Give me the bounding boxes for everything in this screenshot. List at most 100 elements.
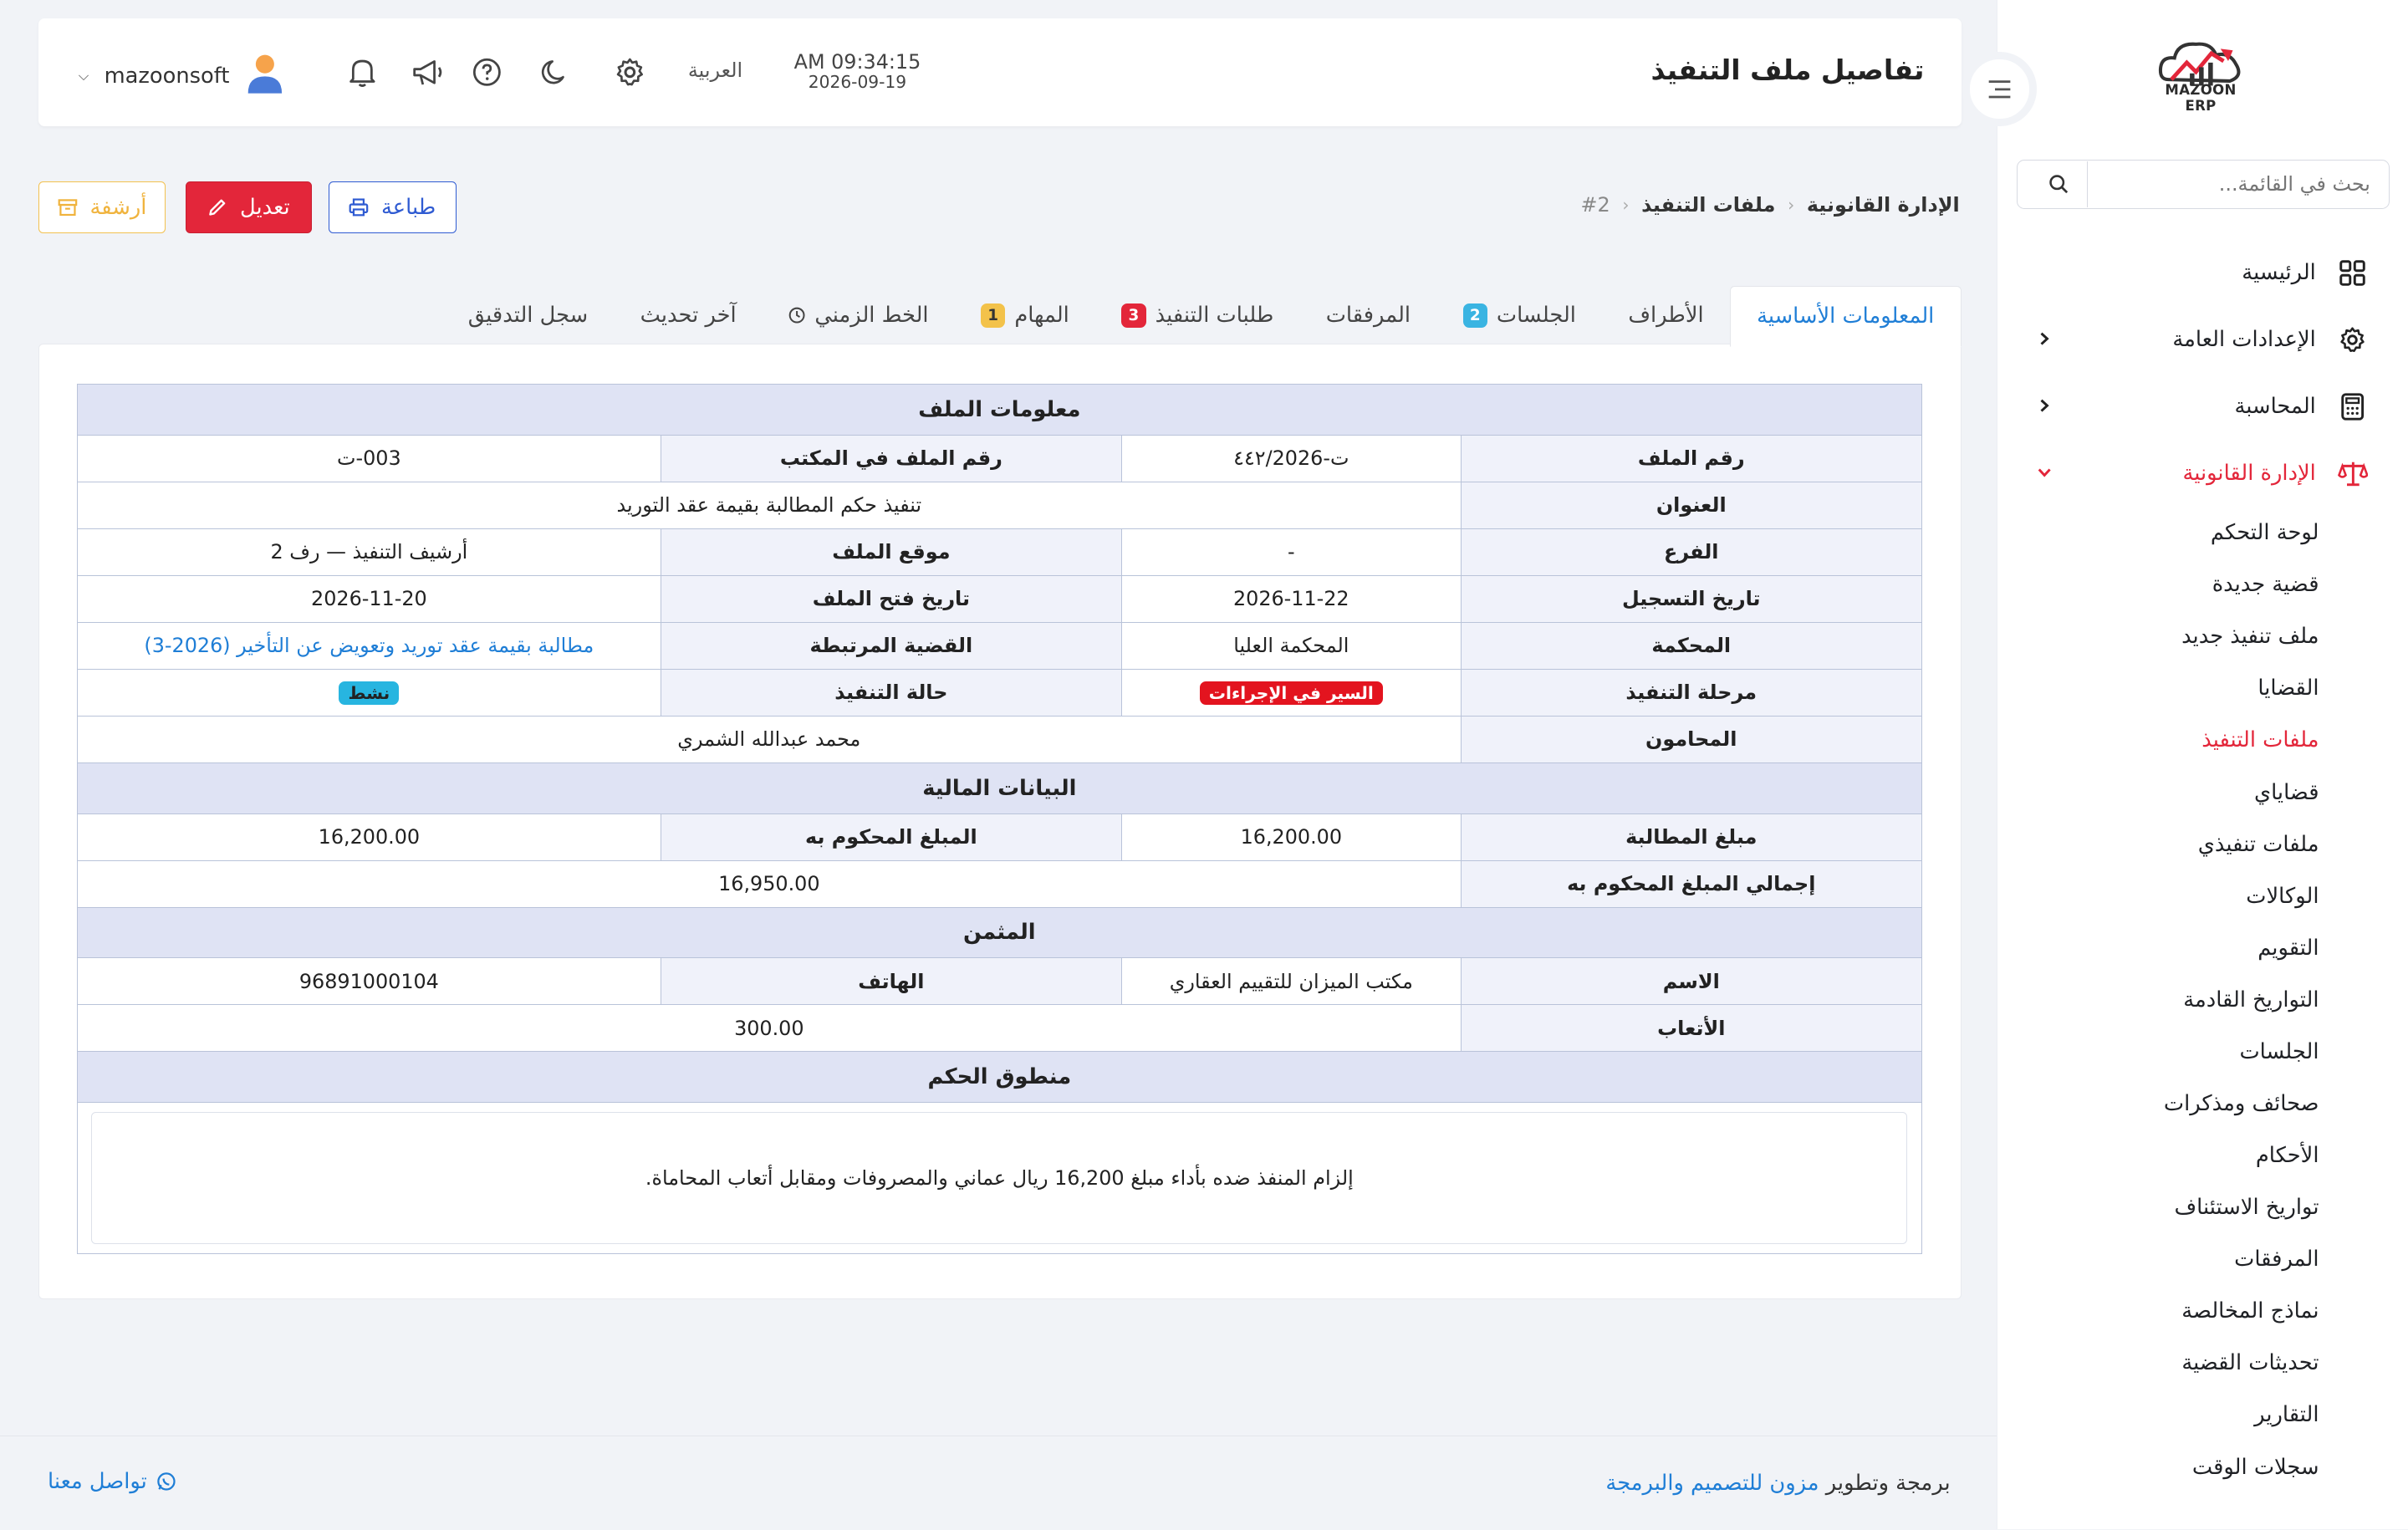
grid-icon <box>2338 258 2369 288</box>
tab-tasks[interactable]: المهام 1 <box>955 286 1095 346</box>
sidebar-subitem-my-cases[interactable]: قضاياي <box>1997 766 2319 818</box>
sidebar-subitem-sessions[interactable]: الجلسات <box>1997 1026 2319 1078</box>
stage-cell: السير في الإجراءات <box>1120 668 1462 717</box>
tab-parties[interactable]: الأطراف <box>1602 286 1730 346</box>
court-value: المحكمة العليا <box>1120 621 1462 670</box>
office-file-number-value: 003-ت <box>76 434 661 482</box>
field-label: المحامون <box>1460 715 1922 763</box>
chevron-left-icon <box>2037 395 2052 418</box>
contact-us-label: تواصل معنا <box>48 1468 147 1494</box>
chevron-left-icon: ‹ <box>1622 195 1630 216</box>
dark-mode-button[interactable] <box>538 55 571 89</box>
tab-bar: المعلومات الأساسية الأطراف الجلسات 2 الم… <box>430 285 1962 348</box>
clock-date: 2026-09-19 <box>808 71 907 92</box>
tab-label: المعلومات الأساسية <box>1757 303 1935 329</box>
search-button[interactable] <box>2029 161 2088 207</box>
sidebar-item-accounting[interactable]: المحاسبة <box>1997 373 2408 440</box>
archive-box-icon <box>58 199 78 217</box>
count-badge: 3 <box>1121 303 1146 329</box>
sidebar-search-input[interactable] <box>2087 161 2389 207</box>
tab-audit-log[interactable]: سجل التدقيق <box>442 286 615 346</box>
tab-last-update[interactable]: آخر تحديث <box>614 286 762 346</box>
app-logo[interactable]: MAZOON ERP <box>2147 33 2255 114</box>
print-button[interactable]: طباعة <box>329 181 457 234</box>
sidebar-subitem-cases[interactable]: القضايا <box>1997 662 2319 714</box>
sidebar-item-general-settings[interactable]: الإعدادات العامة <box>1997 306 2408 373</box>
field-label: الأتعاب <box>1460 1004 1922 1053</box>
sidebar-subitem-execution-files[interactable]: ملفات التنفيذ <box>1997 714 2319 766</box>
field-label: الهاتف <box>660 957 1122 1006</box>
sidebar-subitem-settlement-forms[interactable]: نماذج المخالصة <box>1997 1285 2319 1337</box>
breadcrumb-item-legal[interactable]: الإدارة القانونية <box>1807 193 1960 217</box>
search-icon <box>2048 175 2068 194</box>
sidebar-subitem-new-case[interactable]: قضية جديدة <box>1997 558 2319 610</box>
sidebar-subitem-upcoming-dates[interactable]: التواريخ القادمة <box>1997 974 2319 1026</box>
tab-label: الجلسات <box>1496 303 1576 329</box>
field-label: مبلغ المطالبة <box>1460 813 1922 861</box>
sidebar-subitem-judgments[interactable]: الأحكام <box>1997 1130 2319 1181</box>
sidebar-subitem-attachments[interactable]: المرفقات <box>1997 1233 2319 1285</box>
lawyers-value: محمد عبدالله الشمري <box>76 715 1462 763</box>
sidebar-subitem-pleadings[interactable]: صحائف ومذكرات <box>1997 1078 2319 1130</box>
gear-icon <box>616 58 643 86</box>
field-label: تاريخ فتح الملف <box>660 574 1122 623</box>
sidebar-subitem-power-of-attorney[interactable]: الوكالات <box>1997 870 2319 922</box>
section-title: المثمن <box>76 906 1922 959</box>
chevron-down-icon: ⌵ <box>78 68 89 84</box>
sidebar-item-legal-management[interactable]: الإدارة القانونية <box>1997 440 2408 507</box>
count-badge: 2 <box>1462 303 1487 329</box>
language-switch[interactable]: العربية <box>688 59 742 82</box>
archive-button[interactable]: أرشفة <box>38 181 166 234</box>
tab-sessions[interactable]: الجلسات 2 <box>1436 286 1602 346</box>
footer-credit: برمجة وتطوير مزون للتصميم والبرمجة <box>1605 1471 1950 1496</box>
footer-credit-prefix: برمجة وتطوير <box>1825 1470 1951 1496</box>
related-case-link[interactable]: مطالبة بقيمة عقد توريد وتعويض عن التأخير… <box>144 634 594 657</box>
notifications-button[interactable] <box>345 55 379 89</box>
sidebar-subitem-case-updates[interactable]: تحديثات القضية <box>1997 1337 2319 1389</box>
sidebar-search <box>2016 160 2390 209</box>
tab-label: الأطراف <box>1628 303 1704 329</box>
sidebar-subitem-dashboard[interactable]: لوحة التحكم <box>1997 507 2319 558</box>
field-label: العنوان <box>1460 481 1922 529</box>
settings-button[interactable] <box>613 55 646 89</box>
sidebar-subitem-calendar[interactable]: التقويم <box>1997 922 2319 974</box>
announcements-button[interactable] <box>411 55 445 89</box>
whatsapp-icon <box>157 1472 176 1491</box>
sidebar-subitem-time-logs[interactable]: سجلات الوقت <box>1997 1441 2319 1492</box>
help-button[interactable] <box>470 55 503 89</box>
awarded-amount-value: 16,200.00 <box>76 813 661 861</box>
field-label: حالة التنفيذ <box>660 668 1122 717</box>
clock: AM 09:34:15 2026-09-19 <box>794 52 921 90</box>
page-title: تفاصيل ملف التنفيذ <box>1650 54 1925 87</box>
clock-icon <box>788 308 805 324</box>
claim-amount-value: 16,200.00 <box>1120 813 1462 861</box>
related-case-cell: مطالبة بقيمة عقد توريد وتعويض عن التأخير… <box>76 621 661 670</box>
contact-us-link[interactable]: تواصل معنا <box>48 1469 176 1494</box>
tab-attachments[interactable]: المرفقات <box>1300 286 1437 346</box>
field-label: الفرع <box>1460 528 1922 576</box>
total-awarded-value: 16,950.00 <box>76 859 1462 908</box>
status-cell: نشط <box>76 668 661 717</box>
user-menu[interactable]: ⌵ mazoonsoft <box>79 52 285 99</box>
count-badge: 1 <box>980 303 1006 329</box>
footer-credit-link[interactable]: مزون للتصميم والبرمجة <box>1605 1471 1819 1496</box>
sidebar-subitem-my-execution-files[interactable]: ملفات تنفيذي <box>1997 819 2319 870</box>
appraiser-name-value: مكتب الميزان للتقييم العقاري <box>1120 957 1462 1006</box>
tab-execution-requests[interactable]: طلبات التنفيذ 3 <box>1095 286 1299 346</box>
tab-timeline[interactable]: الخط الزمني <box>763 286 955 346</box>
tab-basic-info[interactable]: المعلومات الأساسية <box>1729 285 1962 348</box>
sidebar-subitem-reports[interactable]: التقارير <box>1997 1389 2319 1441</box>
sidebar-subitem-appeal-dates[interactable]: تواريخ الاستئناف <box>1997 1181 2319 1233</box>
appraiser-fees-value: 300.00 <box>76 1004 1462 1053</box>
sidebar-item-label: الإعدادات العامة <box>2172 327 2316 353</box>
username: mazoonsoft <box>104 64 230 89</box>
avatar <box>245 52 285 99</box>
edit-button[interactable]: تعديل <box>186 181 312 234</box>
menu-toggle-icon <box>1988 79 2011 99</box>
sidebar-subitem-new-execution-file[interactable]: ملف تنفيذ جديد <box>1997 610 2319 662</box>
printer-icon <box>349 198 369 217</box>
sidebar-item-label: المحاسبة <box>2234 394 2316 420</box>
breadcrumb-item-execution-files[interactable]: ملفات التنفيذ <box>1641 193 1775 217</box>
sidebar-item-home[interactable]: الرئيسية <box>1997 240 2408 307</box>
sidebar-toggle-button[interactable] <box>1962 52 2037 126</box>
